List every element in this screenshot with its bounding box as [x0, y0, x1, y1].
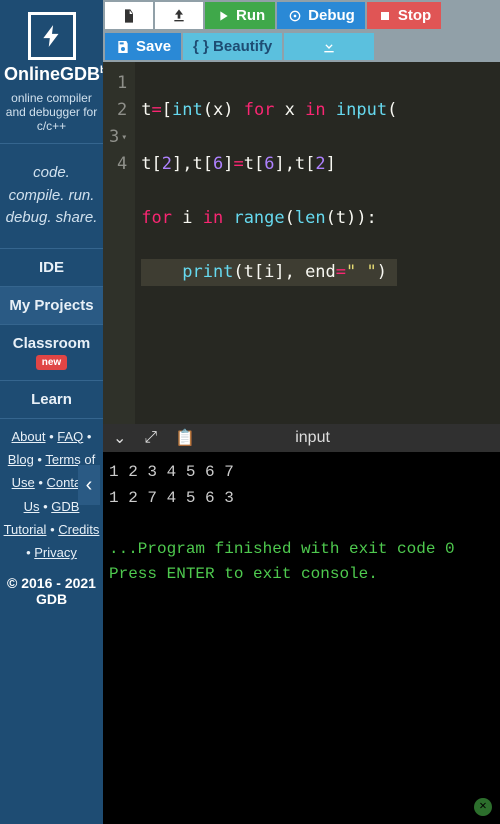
logo[interactable] [28, 12, 76, 60]
collapse-sidebar-button[interactable]: ‹ [78, 465, 100, 505]
link-privacy[interactable]: Privacy [34, 545, 77, 560]
expand-icon[interactable]: ⤢ [144, 429, 157, 447]
link-blog[interactable]: Blog [8, 452, 34, 467]
slogan: code. compile. run. debug. share. [0, 144, 103, 248]
code-content[interactable]: t=[int(x) for x in input( t[2],t[6]=t[6]… [135, 62, 403, 424]
io-bar: ⌄ ⤢ 📋 input [103, 424, 500, 452]
console[interactable]: 1 2 3 4 5 6 7 1 2 7 4 5 6 3 ...Program f… [103, 452, 500, 824]
link-faq[interactable]: FAQ [57, 429, 83, 444]
nav-learn[interactable]: Learn [0, 380, 103, 419]
sidebar: OnlineGDBbeta online compiler and debugg… [0, 0, 103, 824]
close-console-button[interactable]: ✕ [474, 798, 492, 816]
gutter: 1 2 3▾ 4 [103, 62, 135, 424]
console-output-line: 1 2 7 4 5 6 3 [109, 486, 494, 512]
brand-name: OnlineGDBbeta [0, 64, 103, 85]
stop-button[interactable]: Stop [367, 2, 441, 29]
link-credits[interactable]: Credits [58, 522, 99, 537]
debug-button[interactable]: Debug [277, 2, 365, 29]
download-button[interactable] [284, 33, 374, 60]
run-button[interactable]: Run [205, 2, 275, 29]
nav-ide[interactable]: IDE [0, 248, 103, 286]
chevron-down-icon[interactable]: ⌄ [113, 428, 126, 448]
toolbar-primary: Run Debug Stop [103, 0, 500, 31]
nav-classroom[interactable]: Classroom new [0, 324, 103, 380]
upload-button[interactable] [155, 2, 203, 29]
fold-icon[interactable]: ▾ [121, 124, 127, 151]
console-exit-msg: ...Program finished with exit code 0 [109, 537, 494, 563]
toolbar-secondary: Save { } Beautify [103, 31, 500, 62]
new-file-button[interactable] [105, 2, 153, 29]
code-editor[interactable]: 1 2 3▾ 4 t=[int(x) for x in input( t[2],… [103, 62, 500, 424]
main-area: Run Debug Stop Save { } Beautify 1 2 3▾ … [103, 0, 500, 824]
new-badge: new [36, 355, 67, 370]
beautify-button[interactable]: { } Beautify [183, 33, 282, 60]
save-button[interactable]: Save [105, 33, 181, 60]
copy-icon[interactable]: 📋 [175, 428, 195, 448]
copyright: © 2016 - 2021 GDB [0, 571, 103, 611]
nav-my-projects[interactable]: My Projects [0, 286, 103, 324]
tagline: online compiler and debugger for c/c++ [0, 85, 103, 143]
link-about[interactable]: About [12, 429, 46, 444]
io-tab-input[interactable]: input [213, 429, 412, 447]
console-prompt-msg: Press ENTER to exit console. [109, 562, 494, 588]
console-input-line: 1 2 3 4 5 6 7 [109, 460, 494, 486]
